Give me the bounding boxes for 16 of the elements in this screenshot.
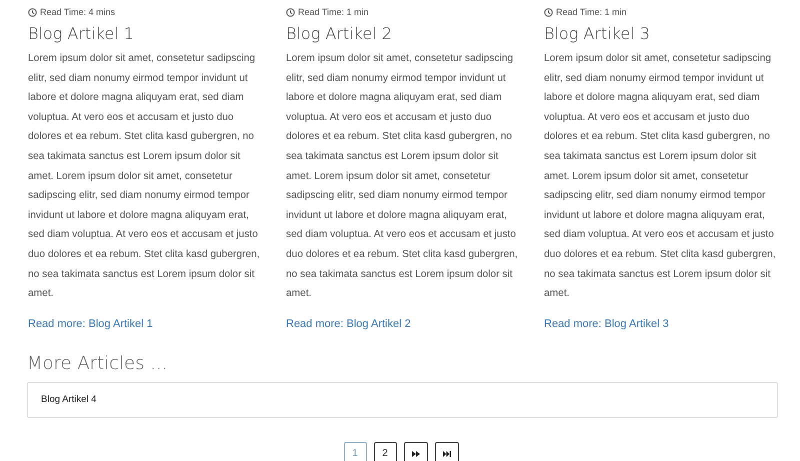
article-title: Blog Artikel 1 xyxy=(28,23,135,45)
read-time: Read Time: 4 mins xyxy=(40,6,116,19)
read-more-link[interactable]: Read more: Blog Artikel 1 xyxy=(28,316,153,332)
page-button[interactable]: 1 xyxy=(344,442,366,461)
read-more-link[interactable]: Read more: Blog Artikel 2 xyxy=(286,316,411,332)
read-more-link[interactable]: Read more: Blog Artikel 3 xyxy=(544,316,669,332)
article-text: Lorem ipsum dolor sit amet, consetetur sadipscing elitr, sed diam nonumy eirmod tempor invidunt ut labore et dolore magna aliquyam erat, sed diam voluptua. At vero eos et accusam et justo duo dolores et ea rebum. Stet clita kasd gubergren, no sea takimata sanctus est Lorem ipsum dolor sit amet. Lorem ipsum dolor sit amet, consetetur sadipscing elitr, sed diam nonumy eirmod tempor invidunt ut labore et dolore magna aliquyam erat, sed diam voluptua. At vero eos et accusam et justo duo dolores et ea rebum. Stet clita kasd gubergren, no sea takimata sanctus est Lorem ipsum dolor sit amet. xyxy=(286,52,519,302)
read-time: Read Time: 1 min xyxy=(298,6,369,19)
article-title: Blog Artikel 2 xyxy=(286,23,393,45)
page-button[interactable]: 2 xyxy=(374,442,396,461)
article-text: Lorem ipsum dolor sit amet, consetetur sadipscing elitr, sed diam nonumy eirmod tempor invidunt ut labore et dolore magna aliquyam erat, sed diam voluptua. At vero eos et accusam et justo duo dolores et ea rebum. Stet clita kasd gubergren, no sea takimata sanctus est Lorem ipsum dolor sit amet. Lorem ipsum dolor sit amet, consetetur sadipscing elitr, sed diam nonumy eirmod tempor invidunt ut labore et dolore magna aliquyam erat, sed diam voluptua. At vero eos et accusam et justo duo dolores et ea rebum. Stet clita kasd gubergren, no sea takimata sanctus est Lorem ipsum dolor sit amet. xyxy=(28,52,261,302)
section-heading: More Articles ... xyxy=(27,352,168,376)
read-time: Read Time: 1 min xyxy=(556,6,627,19)
article-title: Blog Artikel 3 xyxy=(544,23,651,45)
article-list-item[interactable]: Blog Artikel 4 xyxy=(28,382,777,417)
article-text: Lorem ipsum dolor sit amet, consetetur sadipscing elitr, sed diam nonumy eirmod tempor invidunt ut labore et dolore magna aliquyam erat, sed diam voluptua. At vero eos et accusam et justo duo dolores et ea rebum. Stet clita kasd gubergren, no sea takimata sanctus est Lorem ipsum dolor sit amet. Lorem ipsum dolor sit amet, consetetur sadipscing elitr, sed diam nonumy eirmod tempor invidunt ut labore et dolore magna aliquyam erat, sed diam voluptua. At vero eos et accusam et justo duo dolores et ea rebum. Stet clita kasd gubergren, no sea takimata sanctus est Lorem ipsum dolor sit amet. xyxy=(544,52,777,302)
